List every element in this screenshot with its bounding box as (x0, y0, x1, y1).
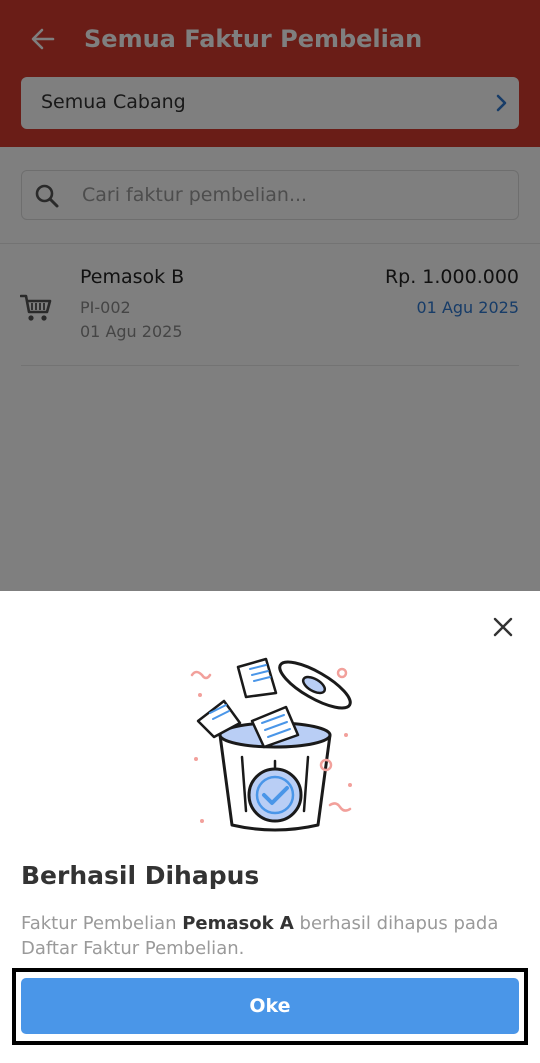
modal-backdrop[interactable] (0, 0, 540, 591)
deleted-supplier-name: Pemasok A (182, 913, 294, 934)
ok-button[interactable]: Oke (21, 978, 519, 1034)
dialog-title: Berhasil Dihapus (21, 861, 260, 890)
message-prefix: Faktur Pembelian (21, 913, 183, 934)
close-icon[interactable] (488, 612, 518, 642)
dialog-message: Faktur Pembelian Pemasok A berhasil diha… (21, 911, 521, 961)
trash-bin-illustration (190, 657, 352, 832)
success-bottom-sheet: Berhasil Dihapus Faktur Pembelian Pemaso… (0, 591, 540, 1063)
